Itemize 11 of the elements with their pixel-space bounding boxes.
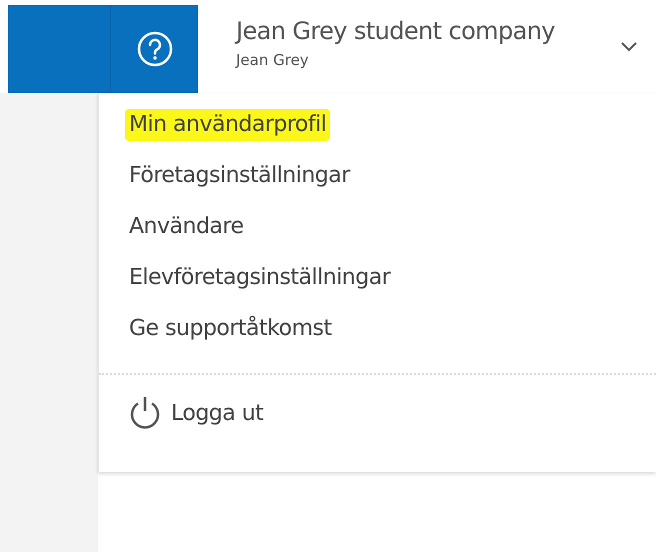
company-name: Jean Grey student company xyxy=(236,17,556,45)
menu-item[interactable]: Min användarprofil xyxy=(125,109,330,141)
menu-item[interactable]: Elevföretagsinställningar xyxy=(129,262,390,294)
chevron-down-icon[interactable] xyxy=(620,41,638,52)
menu-item[interactable]: Användare xyxy=(129,211,244,243)
help-icon[interactable] xyxy=(136,30,174,68)
power-icon[interactable] xyxy=(129,395,161,431)
menu-item[interactable]: Ge supportåtkomst xyxy=(129,313,332,345)
user-name: Jean Grey xyxy=(236,51,310,69)
menu-item[interactable]: Företagsinställningar xyxy=(129,160,350,192)
logout-link[interactable]: Logga ut xyxy=(171,400,264,426)
